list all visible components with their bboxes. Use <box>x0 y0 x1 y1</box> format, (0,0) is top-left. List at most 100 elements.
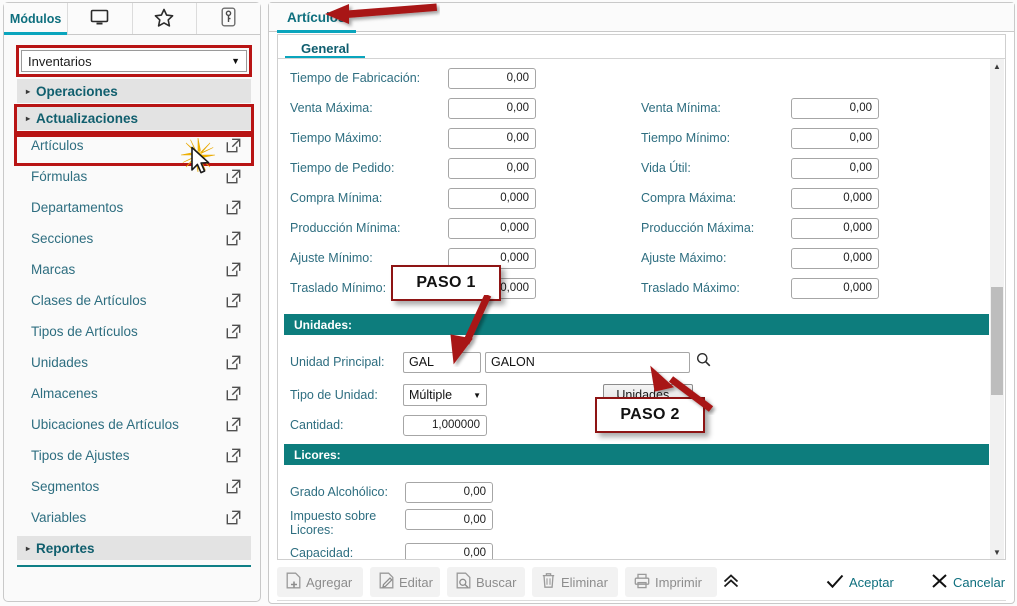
aceptar-button[interactable]: Aceptar <box>817 567 909 597</box>
field-value[interactable]: 0,000 <box>448 217 536 239</box>
external-link-icon[interactable] <box>226 355 241 370</box>
field-label: Venta Máxima: <box>290 101 373 115</box>
tipo-de-unidad-select[interactable]: Múltiple ▼ <box>403 384 487 406</box>
external-link-icon[interactable] <box>226 138 241 153</box>
sidebar-item-marcas[interactable]: Marcas <box>17 254 251 285</box>
app-window: Módulos Inventarios ▼ ▸ Operaciones ▸ Ac… <box>0 0 1017 606</box>
field-unidad-principal: Unidad Principal: GAL GALON <box>290 351 711 373</box>
sidebar-item-almacenes[interactable]: Almacenes <box>17 378 251 409</box>
imprimir-button[interactable]: Imprimir <box>625 567 717 597</box>
sidebar-item-label: Fórmulas <box>31 169 88 184</box>
field-value[interactable]: 0,000 <box>791 187 879 209</box>
form-vertical-scrollbar[interactable]: ▲ ▼ <box>990 59 1004 559</box>
search-icon[interactable] <box>696 352 711 372</box>
triangle-right-icon: ▸ <box>26 86 31 96</box>
sidebar-tab-monitor[interactable] <box>68 3 133 34</box>
field-label: Compra Mínima: <box>290 191 383 205</box>
unidad-name-input[interactable]: GALON <box>485 351 690 373</box>
external-link-icon[interactable] <box>226 386 241 401</box>
cantidad-value[interactable]: 1,000000 <box>403 414 487 436</box>
unidad-code-input[interactable]: GAL <box>403 351 481 373</box>
sidebar-group-operaciones[interactable]: ▸ Operaciones <box>17 79 251 103</box>
field-value[interactable]: 0,00 <box>791 97 879 119</box>
sidebar-group-actualizaciones[interactable]: ▸ Actualizaciones <box>17 106 251 130</box>
external-link-icon[interactable] <box>226 479 241 494</box>
bottom-toolbar: Agregar Editar Buscar Eliminar Imprimir … <box>277 565 1006 601</box>
field-value[interactable]: 0,000 <box>448 187 536 209</box>
buscar-button[interactable]: Buscar <box>447 567 525 597</box>
tab-articulos[interactable]: Artículos <box>277 3 356 33</box>
field-value[interactable]: 0,00 <box>405 542 493 559</box>
field-value[interactable]: 0,000 <box>791 277 879 299</box>
sidebar-tab-key[interactable] <box>197 3 260 34</box>
form-panel: General Tiempo de Fabricación: 0,00 Vent… <box>277 34 1006 560</box>
field-impuesto-sobre-licores: Impuesto sobre Licores: 0,00 <box>290 509 493 539</box>
external-link-icon[interactable] <box>226 293 241 308</box>
external-link-icon[interactable] <box>226 200 241 215</box>
external-link-icon[interactable] <box>226 231 241 246</box>
field-value[interactable]: 0,000 <box>791 217 879 239</box>
field-compra-maxima: Compra Máxima: 0,000 <box>641 187 879 209</box>
cancelar-label: Cancelar <box>953 574 1006 590</box>
sidebar-item-unidades[interactable]: Unidades <box>17 347 251 378</box>
sidebar-item-segmentos[interactable]: Segmentos <box>17 471 251 502</box>
cancelar-button[interactable]: Cancelar <box>922 567 1017 597</box>
field-label: Compra Máxima: <box>641 191 737 205</box>
sidebar-item-clases-de-articulos[interactable]: Clases de Artículos <box>17 285 251 316</box>
field-label: Tiempo Máximo: <box>290 131 382 145</box>
agregar-button[interactable]: Agregar <box>277 567 363 597</box>
sidebar-item-tipos-de-articulos[interactable]: Tipos de Artículos <box>17 316 251 347</box>
external-link-icon[interactable] <box>226 324 241 339</box>
field-value[interactable]: 0,00 <box>791 157 879 179</box>
sidebar-item-ubicaciones-de-articulos[interactable]: Ubicaciones de Artículos <box>17 409 251 440</box>
external-link-icon[interactable] <box>226 169 241 184</box>
field-value[interactable]: 0,00 <box>405 481 493 503</box>
field-label: Cantidad: <box>290 418 344 432</box>
sidebar-item-label: Artículos <box>31 138 84 153</box>
field-value[interactable]: 0,00 <box>448 157 536 179</box>
editar-button[interactable]: Editar <box>370 567 440 597</box>
field-traslado-maximo: Traslado Máximo: 0,000 <box>641 277 879 299</box>
scroll-down-arrow-icon[interactable]: ▼ <box>990 545 1004 559</box>
toolbar-top-divider <box>277 600 1006 601</box>
section-title: Unidades: <box>294 317 353 332</box>
aceptar-label: Aceptar <box>849 574 894 590</box>
sidebar-item-secciones[interactable]: Secciones <box>17 223 251 254</box>
field-label: Grado Alcohólico: <box>290 485 388 499</box>
sidebar-group-actualizaciones-label: Actualizaciones <box>36 110 139 126</box>
tipo-de-unidad-value: Múltiple <box>409 388 453 402</box>
sidebar-group-reportes[interactable]: ▸ Reportes <box>17 536 251 560</box>
sidebar-item-label: Almacenes <box>31 386 98 401</box>
external-link-icon[interactable] <box>226 510 241 525</box>
field-tiempo-maximo: Tiempo Máximo: 0,00 <box>290 127 536 149</box>
scroll-up-arrow-icon[interactable]: ▲ <box>990 59 1004 73</box>
external-link-icon[interactable] <box>226 262 241 277</box>
eliminar-button[interactable]: Eliminar <box>532 567 618 597</box>
field-value[interactable]: 0,00 <box>791 127 879 149</box>
tab-general[interactable]: General <box>285 37 366 59</box>
field-value[interactable]: 0,00 <box>448 97 536 119</box>
section-title: Licores: <box>294 447 341 462</box>
sidebar-item-variables[interactable]: Variables <box>17 502 251 533</box>
tab-general-label: General <box>301 40 350 56</box>
sidebar-tab-favorites[interactable] <box>133 3 197 34</box>
sidebar-item-departamentos[interactable]: Departamentos <box>17 192 251 223</box>
triangle-right-icon: ▸ <box>26 113 31 123</box>
field-value[interactable]: 0,00 <box>405 509 493 530</box>
chevron-double-up-icon <box>721 571 741 594</box>
scrollbar-thumb[interactable] <box>991 287 1003 395</box>
field-value[interactable]: 0,00 <box>448 67 536 89</box>
section-header-unidades: Unidades: <box>284 314 989 335</box>
eliminar-label: Eliminar <box>561 574 608 590</box>
sidebar-tab-modulos[interactable]: Módulos <box>4 3 69 35</box>
sidebar-item-tipos-de-ajustes[interactable]: Tipos de Ajustes <box>17 440 251 471</box>
field-ajuste-maximo: Ajuste Máximo: 0,000 <box>641 247 879 269</box>
external-link-icon[interactable] <box>226 448 241 463</box>
field-value[interactable]: 0,00 <box>448 127 536 149</box>
sidebar-item-label: Segmentos <box>31 479 100 494</box>
field-value[interactable]: 0,000 <box>791 247 879 269</box>
sidebar-reportes-underline <box>17 565 251 567</box>
sidebar-item-label: Unidades <box>31 355 89 370</box>
toolbar-expand-button[interactable] <box>717 567 745 597</box>
external-link-icon[interactable] <box>226 417 241 432</box>
